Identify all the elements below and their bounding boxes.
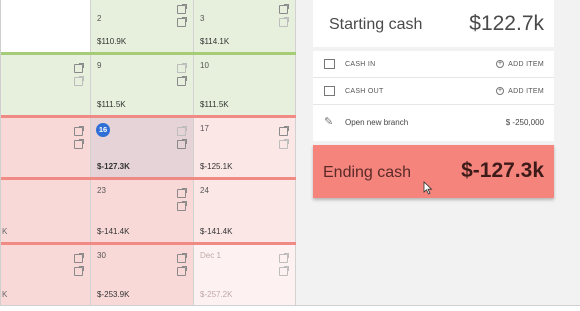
day-number: 2 (97, 14, 102, 23)
expand-icon[interactable] (74, 76, 84, 86)
day-number: 3 (200, 14, 205, 23)
day-amount: $114.1K (200, 37, 230, 46)
calendar-week-row: K 30 $-253.9K Dec 1 $-257.2K (1, 245, 296, 305)
expand-icon[interactable] (279, 126, 289, 136)
expand-icon[interactable] (74, 266, 84, 276)
expand-icon[interactable] (279, 266, 289, 276)
calendar-day-cell[interactable]: 10 $111.5K (194, 55, 296, 115)
calendar-week-row: 9 $111.5K 10 $111.5K (1, 55, 296, 115)
starting-cash-card: Starting cash $122.7k (313, 0, 554, 47)
day-amount: $-257.2K (200, 290, 233, 299)
day-number: 17 (200, 124, 209, 133)
item-label: Open new branch (345, 118, 409, 127)
cash-in-icon (324, 59, 335, 69)
ending-cash-label: Ending cash (323, 164, 412, 181)
cash-calendar: 2 $110.9K 3 $114.1K 9 $111.5K 10 $111.5K (0, 0, 296, 305)
day-amount: $110.9K (97, 37, 127, 46)
calendar-week-row: 2 $110.9K 3 $114.1K (1, 0, 296, 52)
day-amount: $-125.1K (200, 162, 233, 171)
day-number: 10 (200, 61, 209, 70)
expand-icon[interactable] (177, 4, 187, 14)
cash-in-row: CASH IN + ADD ITEM (313, 51, 554, 78)
item-amount: $ -250,000 (505, 118, 544, 127)
starting-cash-label: Starting cash (329, 16, 423, 33)
day-amount: $-253.9K (97, 290, 130, 299)
calendar-day-cell[interactable]: 9 $111.5K (91, 55, 194, 115)
cash-out-icon (324, 86, 335, 96)
day-amount: $-141.4K (200, 227, 233, 236)
expand-icon[interactable] (177, 17, 187, 27)
expand-icon[interactable] (177, 76, 187, 86)
calendar-day-cell[interactable]: Dec 1 $-257.2K (194, 245, 296, 305)
day-amount: $-141.4K (97, 227, 130, 236)
day-number: 24 (200, 186, 209, 195)
expand-icon[interactable] (177, 201, 187, 211)
ending-cash-value: $-127.3k (461, 159, 544, 182)
day-amount: $-127.3K (97, 162, 130, 171)
day-number: Dec 1 (200, 251, 221, 260)
expand-icon[interactable] (279, 4, 289, 14)
calendar-week-row: 16 $-127.3K 17 $-125.1K (1, 118, 296, 177)
expand-icon[interactable] (74, 139, 84, 149)
expand-icon[interactable] (74, 126, 84, 136)
expand-icon[interactable] (177, 253, 187, 263)
expand-icon[interactable] (279, 139, 289, 149)
calendar-day-cell[interactable] (1, 0, 91, 52)
expand-icon[interactable] (74, 63, 84, 73)
calendar-week-row: K 23 $-141.4K 24 $-141.4K (1, 180, 296, 242)
cash-out-row: CASH OUT + ADD ITEM (313, 78, 554, 105)
calendar-day-cell[interactable]: 24 $-141.4K (194, 180, 296, 242)
calendar-day-cell[interactable]: K (1, 245, 91, 305)
day-number: 9 (97, 61, 102, 70)
expand-icon[interactable] (279, 253, 289, 263)
mouse-pointer-icon (423, 181, 433, 195)
add-item-label: ADD ITEM (508, 87, 544, 95)
expand-icon[interactable] (177, 63, 187, 73)
expand-icon[interactable] (177, 188, 187, 198)
expand-icon[interactable] (74, 253, 84, 263)
calendar-day-cell[interactable]: 17 $-125.1K (194, 118, 296, 177)
expand-icon[interactable] (177, 126, 187, 136)
calendar-day-cell[interactable]: 30 $-253.9K (91, 245, 194, 305)
day-number: 30 (97, 251, 106, 260)
today-badge: 16 (96, 123, 110, 137)
plus-circle-icon: + (496, 87, 505, 95)
add-cash-in-button[interactable]: + ADD ITEM (496, 60, 544, 68)
ending-cash-card: Ending cash $-127.3k (313, 145, 554, 198)
cash-in-label: CASH IN (345, 61, 376, 68)
cash-items-list: CASH IN + ADD ITEM CASH OUT + ADD ITEM ✎… (313, 51, 554, 141)
expand-icon[interactable] (279, 17, 289, 27)
calendar-day-cell[interactable]: 2 $110.9K (91, 0, 194, 52)
calendar-day-cell-today[interactable]: 16 $-127.3K (91, 118, 194, 177)
calendar-day-cell[interactable]: 3 $114.1K (194, 0, 296, 52)
add-cash-out-button[interactable]: + ADD ITEM (496, 87, 544, 95)
expand-icon[interactable] (177, 266, 187, 276)
amount-stub: K (2, 227, 8, 236)
day-amount: $111.5K (97, 100, 126, 109)
calendar-day-cell[interactable] (1, 55, 91, 115)
magic-wand-icon: ✎ (324, 116, 334, 128)
open-new-branch-item[interactable]: ✎ Open new branch $ -250,000 (313, 106, 554, 140)
starting-cash-value: $122.7k (469, 12, 544, 35)
add-item-label: ADD ITEM (508, 60, 544, 68)
day-amount: $111.5K (200, 100, 229, 109)
expand-icon[interactable] (177, 139, 187, 149)
calendar-day-cell[interactable]: K (1, 180, 91, 242)
day-number: 23 (97, 186, 106, 195)
plus-circle-icon: + (496, 60, 505, 68)
calendar-day-cell[interactable] (1, 118, 91, 177)
cash-out-label: CASH OUT (345, 88, 384, 95)
bottom-divider (0, 305, 580, 306)
calendar-day-cell[interactable]: 23 $-141.4K (91, 180, 194, 242)
amount-stub: K (2, 290, 8, 299)
